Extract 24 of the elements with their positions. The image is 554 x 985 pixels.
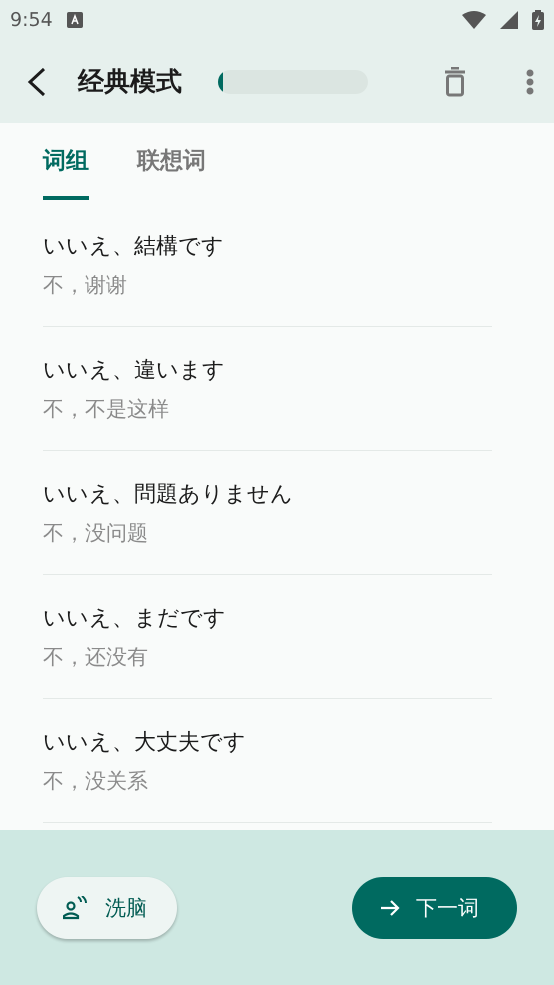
- status-time: 9:54: [10, 9, 53, 31]
- wifi-icon: [462, 11, 486, 29]
- next-button[interactable]: 下一词: [352, 876, 517, 938]
- phrase-text: いいえ、違います: [43, 356, 225, 384]
- tab[interactable]: 联想词: [137, 145, 206, 200]
- arrow-icon: [380, 898, 400, 916]
- meaning-text: 不，不是这样: [43, 396, 169, 422]
- phrase-text: いいえ、大丈夫です: [43, 728, 246, 756]
- meaning-text: 不，还没有: [43, 644, 148, 670]
- phrase-text: いいえ、まだです: [43, 604, 226, 632]
- person-speaking-icon: [63, 896, 89, 920]
- meaning-text: 不，谢谢: [43, 272, 127, 298]
- meaning-text: 不，没关系: [43, 768, 148, 794]
- more-button[interactable]: [526, 68, 534, 94]
- delete-button[interactable]: [444, 66, 466, 96]
- phrase-text: いいえ、問題ありません: [43, 480, 293, 508]
- phrase-text: いいえ、結構です: [43, 232, 224, 260]
- screen-title: 经典模式: [78, 66, 182, 99]
- signal-icon: [500, 11, 518, 29]
- tab[interactable]: 词组: [43, 145, 89, 200]
- keyboard-icon: [66, 12, 83, 28]
- battery-icon: [532, 10, 544, 30]
- meaning-text: 不，没问题: [43, 520, 148, 546]
- brainwash-button[interactable]: 洗脑: [37, 876, 177, 938]
